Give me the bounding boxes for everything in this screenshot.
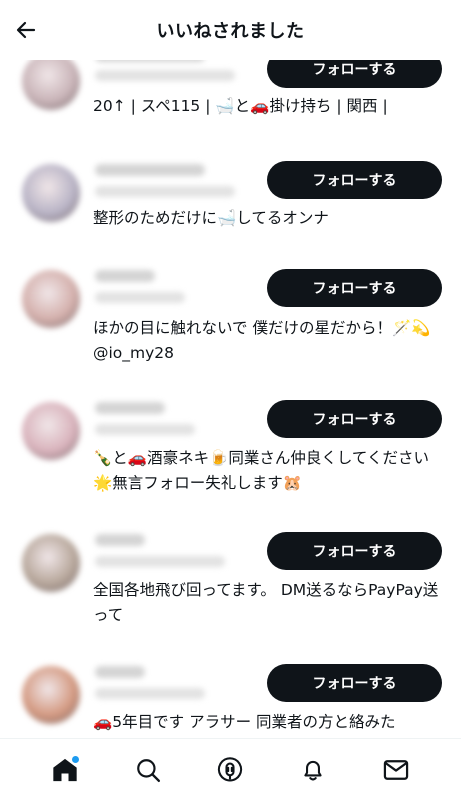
user-name-redacted <box>95 666 145 678</box>
tab-messages[interactable] <box>376 750 416 790</box>
messages-icon <box>383 759 408 780</box>
user-name-redacted <box>95 402 165 414</box>
avatar[interactable] <box>22 534 80 592</box>
notifications-icon <box>304 760 322 781</box>
user-bio: 整形のためだけに🛁してるオンナ <box>93 209 329 227</box>
user-bio: 🍾と🚗酒豪ネキ🍺同業さん仲良くしてください🌟無言フォロー失礼します🐹 <box>93 449 429 492</box>
user-handle-redacted <box>95 70 235 81</box>
tab-spaces[interactable] <box>210 750 250 790</box>
user-handle-redacted <box>95 688 205 699</box>
tab-home[interactable] <box>45 750 85 790</box>
bottom-tab-bar <box>0 738 461 800</box>
avatar[interactable] <box>22 270 80 328</box>
follow-button[interactable]: フォローする <box>267 269 442 307</box>
user-handle-redacted <box>95 424 195 435</box>
avatar[interactable] <box>22 666 80 724</box>
user-bio: ほかの目に触れないで 僕だけの星だから！🪄💫@io_my28 <box>93 319 431 362</box>
user-name-redacted <box>95 270 155 282</box>
user-bio: 20↑ | スペ115 | 🛁と🚗掛け持ち | 関西 | <box>93 97 388 115</box>
spaces-icon <box>218 756 243 782</box>
user-bio: 🚗5年目です アラサー 同業者の方と絡みた <box>93 713 396 731</box>
follow-button[interactable]: フォローする <box>267 532 442 570</box>
new-content-dot <box>72 755 80 763</box>
follow-button[interactable]: フォローする <box>267 400 442 438</box>
liked-by-list[interactable]: フォローする 20↑ | スペ115 | 🛁と🚗掛け持ち | 関西 | フォロー… <box>0 48 461 738</box>
tab-notifications[interactable] <box>293 750 333 790</box>
avatar[interactable] <box>22 52 80 110</box>
tab-search[interactable] <box>128 750 168 790</box>
user-handle-redacted <box>95 186 235 197</box>
follow-button[interactable]: フォローする <box>267 161 442 199</box>
search-icon <box>137 758 160 782</box>
user-bio: 全国各地飛び回ってます。 DM送るならPayPay送って <box>93 581 439 624</box>
top-header: いいねされました <box>0 0 461 60</box>
follow-button[interactable]: フォローする <box>267 664 442 702</box>
user-handle-redacted <box>95 556 225 567</box>
user-name-redacted <box>95 534 145 546</box>
avatar[interactable] <box>22 402 80 460</box>
user-handle-redacted <box>95 292 185 303</box>
page-title: いいねされました <box>156 21 305 42</box>
user-name-redacted <box>95 164 205 176</box>
avatar[interactable] <box>22 164 80 222</box>
